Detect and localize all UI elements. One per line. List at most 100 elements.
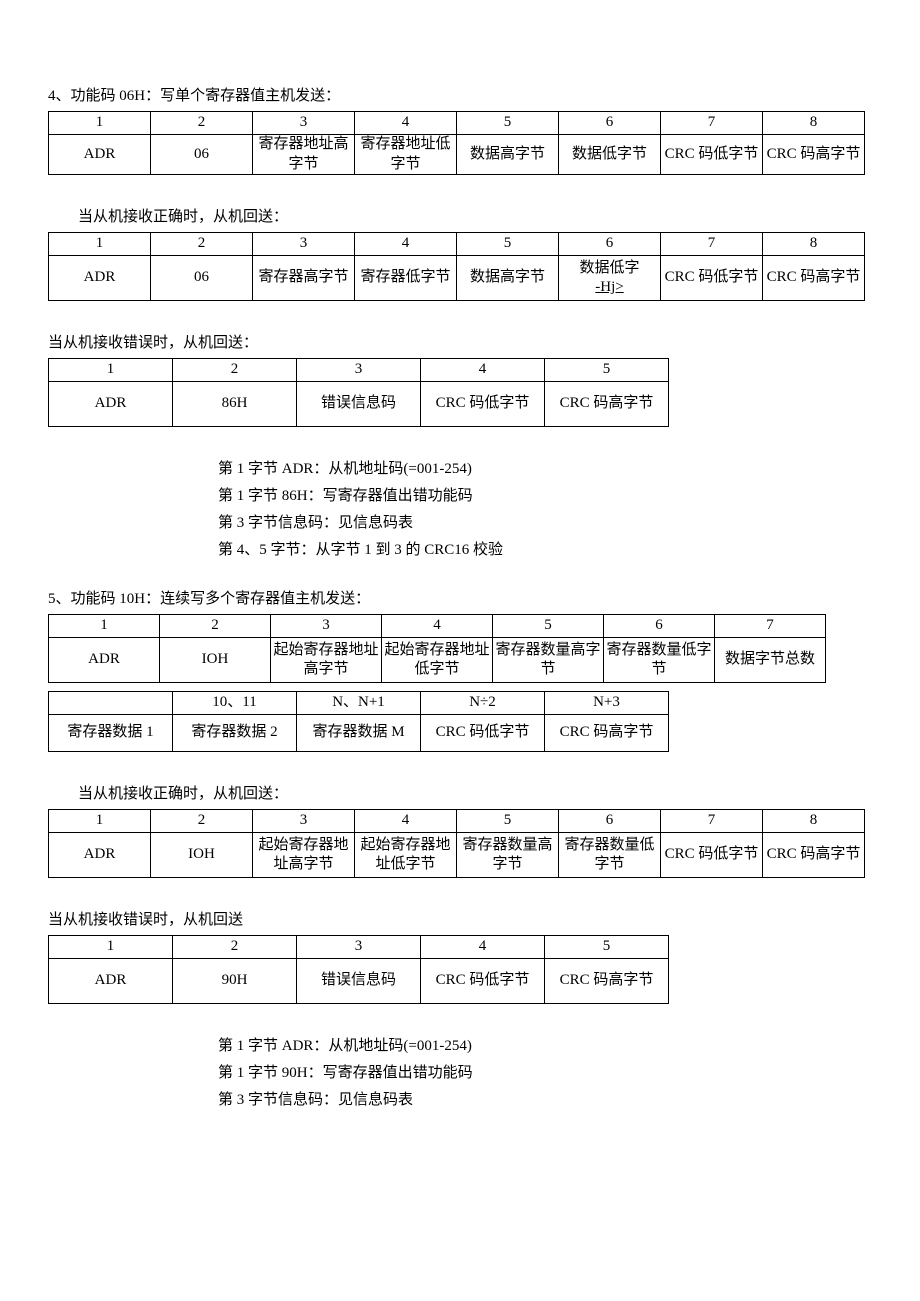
table-cell: 寄存器数量低字节 <box>604 638 715 683</box>
table-cell: CRC 码低字节 <box>421 382 545 427</box>
table-cell: CRC 码低字节 <box>661 135 763 175</box>
table-cell: 起始寄存器地址高字节 <box>271 638 382 683</box>
table-cell: 数据低字-Hj> <box>559 256 661 301</box>
table-header: 2 <box>160 615 271 638</box>
table-header: 8 <box>763 810 865 833</box>
table-header: 2 <box>173 936 297 959</box>
table-cell: 起始寄存器地址高字节 <box>253 833 355 878</box>
table-header: 10、11 <box>173 692 297 715</box>
table-header: 7 <box>661 233 763 256</box>
table-header: 6 <box>604 615 715 638</box>
table-cell: 寄存器数据 M <box>297 715 421 752</box>
table-header: 1 <box>49 233 151 256</box>
section4-err-table: 1 2 3 4 5 ADR 86H 错误信息码 CRC 码低字节 CRC 码高字… <box>48 358 669 427</box>
table-header: 5 <box>493 615 604 638</box>
table-header: 8 <box>763 233 865 256</box>
note-line: 第 3 字节信息码：见信息码表 <box>218 1088 872 1109</box>
table-cell: CRC 码低字节 <box>421 715 545 752</box>
section5-title: 5、功能码 10H：连续写多个寄存器值主机发送： <box>48 587 872 608</box>
table-cell: 寄存器数量高字节 <box>457 833 559 878</box>
table-header: 5 <box>457 810 559 833</box>
section5-notes: 第 1 字节 ADR：从机地址码(=001-254) 第 1 字节 90H：写寄… <box>218 1034 872 1109</box>
note-line: 第 1 字节 ADR：从机地址码(=001-254) <box>218 457 872 478</box>
table-cell: 数据高字节 <box>457 256 559 301</box>
table-header: 5 <box>545 359 669 382</box>
section5-err-title: 当从机接收错误时，从机回送 <box>48 908 872 929</box>
table-cell: 寄存器地址高字节 <box>253 135 355 175</box>
section4-ok-table: 1 2 3 4 5 6 7 8 ADR 06 寄存器高字节 寄存器低字节 数据高… <box>48 232 865 301</box>
table-cell: ADR <box>49 382 173 427</box>
table-header: 2 <box>151 810 253 833</box>
table-cell: 起始寄存器地址低字节 <box>382 638 493 683</box>
table-cell: 寄存器地址低字节 <box>355 135 457 175</box>
table-cell: 06 <box>151 256 253 301</box>
table-header: 4 <box>355 233 457 256</box>
table-cell: CRC 码高字节 <box>763 135 865 175</box>
table-cell: CRC 码高字节 <box>545 959 669 1004</box>
table-cell: ADR <box>49 638 160 683</box>
note-line: 第 1 字节 86H：写寄存器值出错功能码 <box>218 484 872 505</box>
table-header: 1 <box>49 615 160 638</box>
table-header: 3 <box>297 936 421 959</box>
table-header: 5 <box>457 233 559 256</box>
table-header: 5 <box>457 112 559 135</box>
table-header: 7 <box>661 810 763 833</box>
table-header: N、N+1 <box>297 692 421 715</box>
table-cell: CRC 码低字节 <box>421 959 545 1004</box>
table-header: 3 <box>253 233 355 256</box>
table-cell: 起始寄存器地址低字节 <box>355 833 457 878</box>
section5-send-table1: 1 2 3 4 5 6 7 ADR IOH 起始寄存器地址高字节 起始寄存器地址… <box>48 614 826 683</box>
table-cell: ADR <box>49 256 151 301</box>
table-cell: CRC 码低字节 <box>661 833 763 878</box>
table-cell: CRC 码高字节 <box>763 833 865 878</box>
table-header: 2 <box>151 112 253 135</box>
table-cell: 90H <box>173 959 297 1004</box>
table-cell: 错误信息码 <box>297 959 421 1004</box>
table-cell: 数据字节总数 <box>715 638 826 683</box>
table-header: 4 <box>355 112 457 135</box>
section4-err-title: 当从机接收错误时，从机回送： <box>48 331 872 352</box>
table-cell: 寄存器数据 2 <box>173 715 297 752</box>
table-header: 7 <box>661 112 763 135</box>
table-header: 3 <box>297 359 421 382</box>
note-line: 第 1 字节 90H：写寄存器值出错功能码 <box>218 1061 872 1082</box>
table-cell: 错误信息码 <box>297 382 421 427</box>
table-cell: ADR <box>49 959 173 1004</box>
table-cell: IOH <box>160 638 271 683</box>
table-header: 5 <box>545 936 669 959</box>
section4-send-table: 1 2 3 4 5 6 7 8 ADR 06 寄存器地址高字节 寄存器地址低字节… <box>48 111 865 175</box>
table-header: 2 <box>173 359 297 382</box>
table-cell: IOH <box>151 833 253 878</box>
table-header: 6 <box>559 233 661 256</box>
table-cell: 寄存器数量低字节 <box>559 833 661 878</box>
table-cell: CRC 码低字节 <box>661 256 763 301</box>
table-header: 8 <box>763 112 865 135</box>
table-header: 4 <box>355 810 457 833</box>
table-header: 4 <box>421 359 545 382</box>
table-cell: 数据低字节 <box>559 135 661 175</box>
note-line: 第 4、5 字节：从字节 1 到 3 的 CRC16 校验 <box>218 538 872 559</box>
table-cell: 寄存器数量高字节 <box>493 638 604 683</box>
table-cell: ADR <box>49 833 151 878</box>
table-header: 6 <box>559 112 661 135</box>
table-header: 1 <box>49 810 151 833</box>
note-line: 第 1 字节 ADR：从机地址码(=001-254) <box>218 1034 872 1055</box>
table-header: 1 <box>49 359 173 382</box>
table-cell: 寄存器高字节 <box>253 256 355 301</box>
table-cell: CRC 码高字节 <box>763 256 865 301</box>
table-header: 6 <box>559 810 661 833</box>
section5-ok-title: 当从机接收正确时，从机回送： <box>78 782 872 803</box>
table-header: 3 <box>253 112 355 135</box>
section5-err-table: 1 2 3 4 5 ADR 90H 错误信息码 CRC 码低字节 CRC 码高字… <box>48 935 669 1004</box>
section5-send-table2: 10、11 N、N+1 N÷2 N+3 寄存器数据 1 寄存器数据 2 寄存器数… <box>48 691 669 752</box>
table-cell: ADR <box>49 135 151 175</box>
table-header: 3 <box>271 615 382 638</box>
section5-ok-table: 1 2 3 4 5 6 7 8 ADR IOH 起始寄存器地址高字节 起始寄存器… <box>48 809 865 878</box>
table-cell: 06 <box>151 135 253 175</box>
table-header <box>49 692 173 715</box>
table-cell: 寄存器数据 1 <box>49 715 173 752</box>
table-header: N÷2 <box>421 692 545 715</box>
table-header: N+3 <box>545 692 669 715</box>
table-cell: CRC 码高字节 <box>545 382 669 427</box>
table-header: 1 <box>49 936 173 959</box>
